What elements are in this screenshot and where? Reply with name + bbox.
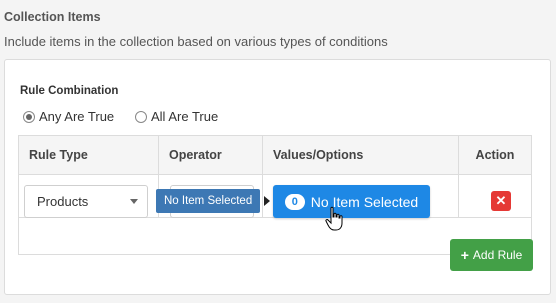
radio-label: Any Are True (39, 109, 115, 124)
column-header-values-options: Values/Options (273, 148, 364, 162)
count-badge: 0 (284, 193, 305, 210)
radio-unchecked-icon[interactable] (135, 110, 147, 123)
hand-pointer-cursor-icon (325, 206, 343, 231)
delete-rule-button[interactable]: ✕ (491, 191, 511, 211)
rule-type-value: Products (37, 194, 89, 209)
plus-icon: + (460, 247, 469, 263)
section-title: Collection Items (4, 10, 101, 24)
radio-label: All Are True (151, 109, 219, 124)
column-header-operator: Operator (169, 148, 222, 162)
section-description: Include items in the collection based on… (4, 34, 388, 49)
values-options-button[interactable]: 0 No Item Selected (273, 185, 430, 218)
rule-combination-label: Rule Combination (20, 85, 119, 97)
radio-checked-icon[interactable] (23, 110, 35, 123)
radio-any-are-true[interactable]: Any Are True (23, 109, 114, 124)
column-divider (458, 136, 459, 218)
table-header: Rule Type Operator Values/Options Action (19, 136, 531, 175)
tooltip: No Item Selected (156, 189, 261, 213)
add-rule-label: Add Rule (472, 248, 523, 262)
tooltip-arrow-icon (264, 196, 270, 206)
column-header-rule-type: Rule Type (29, 148, 88, 162)
column-header-action: Action (475, 148, 515, 162)
add-rule-button[interactable]: + Add Rule (450, 239, 533, 271)
radio-all-are-true[interactable]: All Are True (135, 109, 218, 124)
rule-type-select[interactable]: Products (24, 185, 148, 218)
column-divider (262, 136, 263, 218)
chevron-down-icon (130, 199, 138, 204)
close-icon: ✕ (495, 193, 507, 208)
